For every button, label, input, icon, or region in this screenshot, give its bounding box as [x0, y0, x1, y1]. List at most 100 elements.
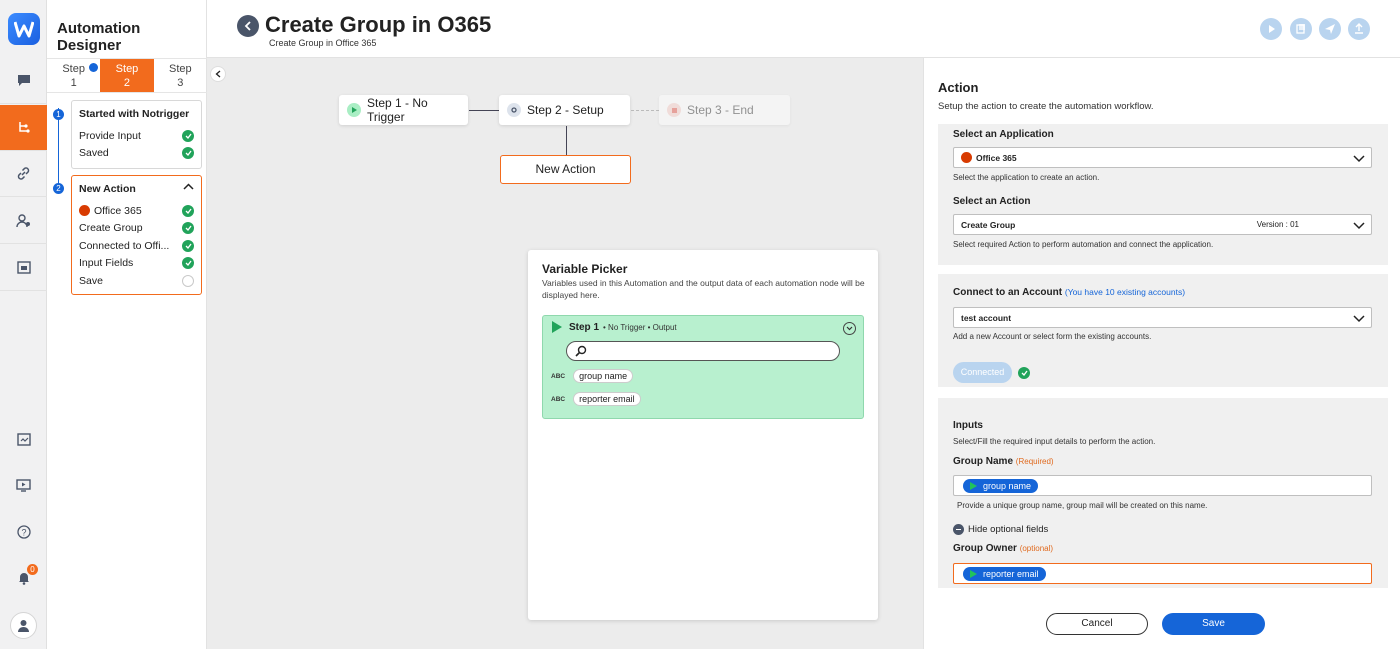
svg-text:?: ?	[21, 528, 26, 538]
tab-step-3[interactable]: Step 3	[154, 59, 207, 92]
variable-item[interactable]: ABC group name	[551, 369, 634, 383]
pending-circle-icon	[182, 274, 194, 287]
stop-icon	[667, 103, 681, 117]
workflow-icon[interactable]	[0, 105, 47, 151]
chevron-up-icon[interactable]	[183, 183, 194, 190]
check-icon	[182, 129, 194, 142]
action-select[interactable]: Create Group Version : 01	[953, 214, 1372, 235]
video-icon[interactable]	[0, 470, 47, 500]
step-card-new-action[interactable]: New Action Office 365 Create Group Conne…	[71, 175, 202, 295]
search-icon	[575, 345, 587, 357]
page-subtitle: Create Group in Office 365	[269, 38, 377, 48]
variable-item[interactable]: ABC reporter email	[551, 392, 641, 406]
help-icon[interactable]: ?	[0, 517, 47, 547]
cancel-button[interactable]: Cancel	[1046, 613, 1148, 635]
play-icon	[1269, 25, 1275, 33]
check-icon	[182, 147, 194, 160]
connector-line	[469, 110, 499, 111]
new-action-node[interactable]: New Action	[500, 155, 631, 184]
gear-icon	[507, 103, 521, 117]
workflow-canvas[interactable]: Step 1 - No Trigger Step 2 - Setup Step …	[207, 58, 923, 649]
inputs-section: Inputs Select/Fill the required input de…	[938, 398, 1388, 588]
action-panel: Action Setup the action to create the au…	[923, 58, 1400, 649]
chevron-left-icon	[244, 21, 251, 31]
step-tabs: Step 1 Step 2 Step 3	[47, 58, 207, 93]
node-step-1[interactable]: Step 1 - No Trigger	[339, 95, 468, 125]
calendar-icon[interactable]	[0, 424, 47, 454]
connected-button[interactable]: Connected	[953, 362, 1012, 383]
version-label: Version : 01	[1256, 220, 1299, 229]
steps-panel: Automation Designer Step 1 Step 2 Step 3…	[47, 0, 207, 649]
step-card-title: Started with Notrigger	[79, 108, 190, 120]
back-button[interactable]	[237, 15, 259, 37]
save-button[interactable]: Save	[1162, 613, 1265, 635]
office365-icon	[79, 205, 90, 217]
upload-icon	[1355, 23, 1363, 34]
application-section: Select an Application Office 365 Select …	[938, 124, 1388, 265]
play-icon	[970, 570, 977, 578]
node-step-3[interactable]: Step 3 - End	[659, 95, 790, 125]
tab-step-2[interactable]: Step 2	[100, 59, 154, 92]
send-button[interactable]	[1319, 18, 1341, 40]
group-owner-input[interactable]: reporter email	[953, 563, 1372, 584]
hide-optional-fields-toggle[interactable]: Hide optional fields	[953, 524, 1048, 535]
step-card-trigger[interactable]: Started with Notrigger Provide Input Sav…	[71, 100, 202, 169]
check-icon	[182, 222, 194, 235]
action-panel-description: Setup the action to create the automatio…	[938, 101, 1154, 112]
chevron-down-icon	[1353, 315, 1365, 323]
application-select[interactable]: Office 365	[953, 147, 1372, 168]
notification-badge: 0	[27, 564, 38, 575]
chevron-down-icon	[1353, 155, 1365, 163]
tab-step-1[interactable]: Step 1	[47, 59, 100, 92]
avatar[interactable]	[10, 612, 37, 639]
check-icon	[1018, 367, 1030, 379]
notification-bell[interactable]: 0	[0, 563, 47, 593]
play-icon	[970, 482, 977, 490]
user-icon	[18, 619, 29, 632]
copy-button[interactable]	[1290, 18, 1312, 40]
app-logo[interactable]	[8, 13, 40, 45]
connector-line-vertical	[566, 126, 567, 155]
action-panel-title: Action	[938, 80, 979, 95]
archive-icon[interactable]	[0, 245, 47, 291]
chevron-down-icon	[1353, 222, 1365, 230]
check-icon	[182, 257, 194, 270]
collapse-toggle[interactable]	[843, 322, 856, 335]
timeline-dot-1: 1	[53, 109, 64, 120]
accounts-count-info: (You have 10 existing accounts)	[1064, 287, 1186, 297]
variable-picker: Variable Picker Variables used in this A…	[528, 250, 878, 620]
play-button[interactable]	[1260, 18, 1282, 40]
link-icon[interactable]	[0, 151, 47, 197]
account-section: Connect to an Account (You have 10 exist…	[938, 274, 1388, 387]
group-name-input[interactable]: group name	[953, 475, 1372, 496]
timeline-dot-2: 2	[53, 183, 64, 194]
check-icon	[182, 239, 194, 252]
variable-chip[interactable]: reporter email	[963, 567, 1046, 581]
chevron-left-icon	[215, 70, 221, 78]
variable-search-input[interactable]	[566, 341, 840, 361]
check-icon	[182, 204, 194, 217]
users-settings-icon[interactable]	[0, 198, 47, 244]
play-icon	[347, 103, 361, 117]
account-select[interactable]: test account	[953, 307, 1372, 328]
play-icon	[552, 321, 562, 333]
step-complete-icon	[89, 63, 98, 72]
timeline-line	[58, 108, 59, 193]
office365-icon	[961, 152, 972, 163]
collapse-panel-button[interactable]	[210, 66, 226, 82]
variable-group-step-1: Step 1 • No Trigger • Output ABC group n…	[542, 315, 864, 419]
export-button[interactable]	[1348, 18, 1370, 40]
node-step-2[interactable]: Step 2 - Setup	[499, 95, 630, 125]
copy-icon	[1296, 24, 1305, 34]
variable-picker-description: Variables used in this Automation and th…	[542, 278, 865, 300]
variable-chip[interactable]: group name	[963, 479, 1039, 493]
minus-circle-icon	[953, 524, 964, 535]
variable-picker-title: Variable Picker	[542, 262, 628, 276]
page-title: Create Group in O365	[265, 12, 492, 37]
send-icon	[1325, 24, 1335, 34]
icon-rail: ? 0	[0, 0, 47, 649]
chevron-down-icon	[846, 326, 853, 331]
step-card-title: New Action	[79, 183, 136, 195]
connector-line-dashed	[631, 110, 659, 111]
chat-icon[interactable]	[0, 58, 47, 104]
